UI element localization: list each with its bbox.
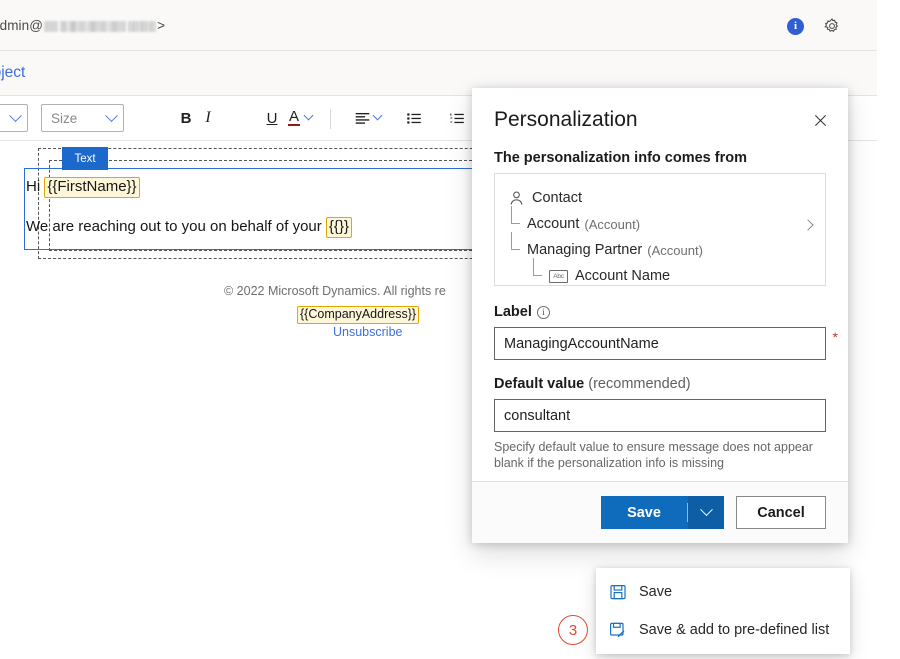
panel-title: Personalization xyxy=(494,108,638,132)
source-caption: The personalization info comes from xyxy=(494,150,826,166)
tree-item-label: Account xyxy=(527,216,579,232)
menu-item-label: Save xyxy=(639,584,672,600)
label-field-caption-text: Label xyxy=(494,304,532,320)
panel-footer: Save Cancel xyxy=(472,481,848,543)
tree-elbow-icon xyxy=(530,268,545,285)
font-size-select[interactable]: Size xyxy=(41,104,124,132)
person-icon xyxy=(508,190,525,207)
save-add-icon xyxy=(608,621,627,640)
abc-field-icon: Abc xyxy=(549,270,568,283)
default-value-caption-text: Default value xyxy=(494,376,584,392)
tree-elbow-icon xyxy=(508,216,523,233)
redacted-domain xyxy=(44,21,58,32)
unsubscribe-link[interactable]: Unsubscribe xyxy=(333,325,402,339)
personalization-token-firstname[interactable]: {{FirstName}} xyxy=(44,177,139,198)
from-address-suffix: > xyxy=(157,18,165,33)
tree-row[interactable]: Account (Account) xyxy=(508,211,812,237)
info-icon[interactable]: i xyxy=(537,306,550,319)
numbered-list-icon xyxy=(449,110,466,127)
default-value-hint: Specify default value to ensure message … xyxy=(494,439,826,471)
chevron-down-icon xyxy=(9,109,22,122)
save-disk-icon xyxy=(608,583,627,602)
from-address-line: admin@ > xyxy=(0,18,165,33)
italic-button[interactable]: I xyxy=(194,104,222,132)
body-prefix: We are reaching out to you on behalf of … xyxy=(26,218,326,235)
menu-item-save-add-predefined[interactable]: Save & add to pre-defined list xyxy=(596,611,850,649)
personalization-source-tree[interactable]: Contact Account (Account) Managing Partn… xyxy=(494,173,826,286)
panel-header: Personalization xyxy=(472,88,848,150)
numbered-list-button[interactable] xyxy=(443,104,471,132)
default-value-input-wrap xyxy=(494,399,826,432)
split-divider xyxy=(687,496,688,529)
save-split-button[interactable]: Save xyxy=(601,496,724,529)
chevron-down-icon xyxy=(105,109,118,122)
legal-footer-text: © 2022 Microsoft Dynamics. All rights re xyxy=(224,284,446,298)
greeting-prefix: Hi xyxy=(26,178,44,195)
bulleted-list-icon xyxy=(406,110,423,127)
personalization-token-companyaddress[interactable]: {{CompanyAddress}} xyxy=(297,306,419,324)
save-dropdown-toggle[interactable] xyxy=(688,496,724,529)
font-family-select[interactable] xyxy=(0,104,28,132)
step-annotation-3: 3 xyxy=(558,615,588,645)
tree-item-entity: (Account) xyxy=(647,243,703,258)
personalization-panel: Personalization The personalization info… xyxy=(472,88,848,543)
personalization-token-empty[interactable]: {{}} xyxy=(326,217,352,238)
align-button[interactable] xyxy=(348,104,376,132)
body-line[interactable]: We are reaching out to you on behalf of … xyxy=(26,217,352,238)
tree-row[interactable]: Contact xyxy=(508,185,812,211)
chevron-down-icon xyxy=(700,503,713,516)
cancel-button[interactable]: Cancel xyxy=(736,496,826,529)
company-address-token-wrap[interactable]: {{CompanyAddress}} xyxy=(297,305,419,324)
panel-body: The personalization info comes from Cont… xyxy=(472,150,848,481)
tree-elbow-icon xyxy=(508,242,523,259)
toolbar-divider xyxy=(330,109,331,129)
save-button[interactable]: Save xyxy=(601,496,687,529)
save-dropdown-menu: Save Save & add to pre-defined list xyxy=(596,568,850,654)
menu-item-save[interactable]: Save xyxy=(596,573,850,611)
label-input[interactable] xyxy=(494,327,826,360)
screen-root: admin@> i ubject Si xyxy=(0,0,900,659)
close-icon[interactable] xyxy=(808,108,832,132)
tree-row[interactable]: Abc Account Name xyxy=(508,263,812,289)
tree-item-entity: (Account) xyxy=(584,217,640,232)
menu-item-label: Save & add to pre-defined list xyxy=(639,622,829,638)
align-left-icon xyxy=(354,110,371,127)
bulleted-list-button[interactable] xyxy=(400,104,428,132)
tree-item-label: Managing Partner xyxy=(527,242,642,258)
header-actions: i xyxy=(787,17,841,35)
text-block-badge: Text xyxy=(62,147,108,170)
gear-icon[interactable] xyxy=(823,17,841,35)
info-icon[interactable]: i xyxy=(787,18,804,35)
redacted-domain xyxy=(128,21,156,32)
from-address-prefix: admin@ xyxy=(0,18,43,33)
default-value-input[interactable] xyxy=(494,399,826,432)
close-x-glyph xyxy=(813,113,828,128)
font-size-value: Size xyxy=(51,111,77,126)
label-field-caption: Labeli xyxy=(494,304,826,320)
greeting-line[interactable]: Hi {{FirstName}} xyxy=(26,177,140,198)
font-color-letter: A xyxy=(288,110,300,126)
label-input-wrap: * xyxy=(494,327,826,360)
redacted-domain xyxy=(60,21,126,32)
required-asterisk: * xyxy=(833,329,838,345)
font-color-button[interactable]: A xyxy=(280,104,308,132)
subject-text[interactable]: ubject xyxy=(0,64,25,82)
app-header: admin@ > i xyxy=(0,0,877,51)
default-value-caption: Default value (recommended) xyxy=(494,376,826,392)
tree-row[interactable]: Managing Partner (Account) xyxy=(508,237,812,263)
default-value-caption-soft: (recommended) xyxy=(584,376,690,392)
tree-item-label: Contact xyxy=(532,190,582,206)
tree-item-label: Account Name xyxy=(575,268,670,284)
